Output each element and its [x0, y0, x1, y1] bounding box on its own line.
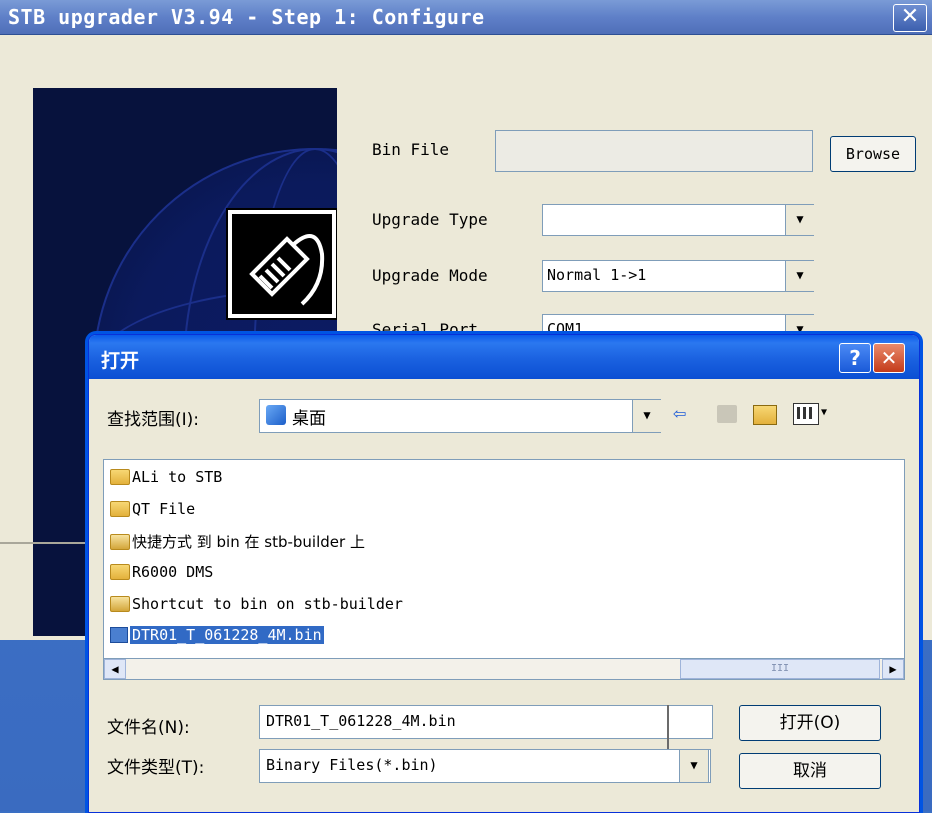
close-icon: ✕ — [880, 346, 898, 370]
cancel-button[interactable]: 取消 — [739, 753, 881, 789]
list-item[interactable]: QT File — [110, 500, 195, 522]
horizontal-scrollbar[interactable]: ◀ III ▶ — [103, 658, 905, 680]
new-folder-icon[interactable] — [753, 405, 777, 425]
list-item[interactable]: 快捷方式 到 bin 在 stb-builder 上 — [110, 531, 365, 553]
upgrade-mode-label: Upgrade Mode — [372, 266, 488, 285]
filetype-select[interactable]: Binary Files(*.bin) — [259, 749, 711, 783]
view-dropdown-arrow-icon[interactable]: ▼ — [821, 407, 827, 418]
file-list[interactable]: ALi to STB QT File 快捷方式 到 bin 在 stb-buil… — [103, 459, 905, 659]
bin-file-icon — [110, 627, 128, 643]
network-plug-icon — [226, 208, 337, 320]
dialog-title: 打开 — [101, 350, 140, 372]
list-item[interactable]: ALi to STB — [110, 468, 222, 490]
network-shortcut-icon — [110, 596, 130, 612]
list-item[interactable]: R6000 DMS — [110, 563, 213, 585]
chevron-down-icon[interactable]: ▼ — [632, 400, 661, 432]
upgrader-close-button[interactable]: ✕ — [893, 4, 927, 32]
look-in-label: 查找范围(I): — [107, 410, 200, 430]
scroll-left-icon[interactable]: ◀ — [104, 659, 126, 679]
close-icon: ✕ — [900, 4, 920, 29]
upgrade-type-select[interactable]: ▼ — [542, 204, 814, 236]
look-in-value: 桌面 — [292, 409, 326, 429]
scroll-right-icon[interactable]: ▶ — [882, 659, 904, 679]
ink-mark — [667, 705, 669, 749]
filetype-label: 文件类型(T): — [107, 758, 205, 778]
bin-file-field[interactable] — [495, 130, 813, 172]
network-shortcut-icon — [110, 534, 130, 550]
filename-input[interactable]: DTR01_T_061228_4M.bin — [259, 705, 713, 739]
open-file-dialog: 打开 ? ✕ 查找范围(I): 桌面 ▼ ⇦ ▼ ALi to STB QT F… — [88, 334, 920, 813]
upgrader-title-bar[interactable]: STB upgrader V3.94 - Step 1: Configure ✕ — [0, 0, 932, 35]
upgrader-title: STB upgrader V3.94 - Step 1: Configure — [8, 5, 485, 29]
upgrade-mode-value: Normal 1->1 — [547, 266, 647, 284]
filename-value: DTR01_T_061228_4M.bin — [266, 712, 456, 730]
chevron-down-icon[interactable]: ▼ — [785, 205, 814, 235]
list-item[interactable]: Shortcut to bin on stb-builder — [110, 595, 403, 617]
chevron-down-icon[interactable]: ▼ — [679, 749, 709, 783]
look-in-select[interactable]: 桌面 ▼ — [259, 399, 661, 433]
bin-file-label: Bin File — [372, 140, 450, 159]
dialog-close-button[interactable]: ✕ — [873, 343, 905, 373]
back-arrow-icon[interactable]: ⇦ — [673, 401, 686, 426]
browse-button[interactable]: Browse — [830, 136, 916, 172]
filetype-value: Binary Files(*.bin) — [266, 756, 438, 774]
upgrade-mode-select[interactable]: Normal 1->1 ▼ — [542, 260, 814, 292]
filename-label: 文件名(N): — [107, 718, 190, 738]
folder-shortcut-icon — [110, 564, 130, 580]
dialog-title-bar[interactable]: 打开 ? ✕ — [89, 335, 919, 379]
open-button[interactable]: 打开(O) — [739, 705, 881, 741]
question-icon: ? — [849, 346, 861, 370]
chevron-down-icon[interactable]: ▼ — [785, 261, 814, 291]
folder-shortcut-icon — [110, 469, 130, 485]
separator-line — [0, 542, 90, 544]
view-menu-icon[interactable] — [793, 403, 819, 425]
list-item-selected[interactable]: DTR01_T_061228_4M.bin — [110, 626, 324, 648]
upgrade-type-label: Upgrade Type — [372, 210, 488, 229]
help-button[interactable]: ? — [839, 343, 871, 373]
folder-shortcut-icon — [110, 501, 130, 517]
up-folder-icon[interactable] — [717, 405, 737, 423]
desktop-icon — [266, 405, 286, 425]
scroll-thumb[interactable]: III — [680, 659, 880, 679]
